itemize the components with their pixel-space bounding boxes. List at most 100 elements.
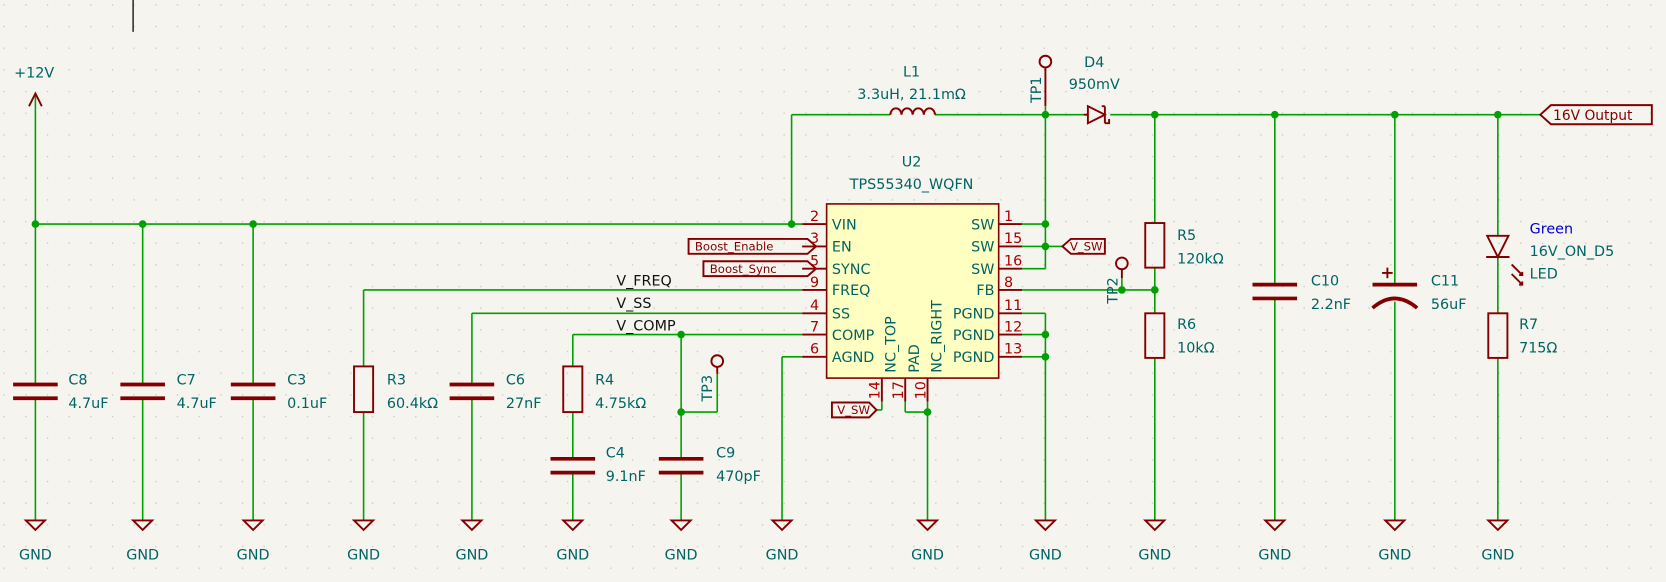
net-label-v-freq: V_FREQ [616,274,672,290]
u2-pin-name: SS [832,307,850,323]
junction-dot [1041,110,1050,119]
ground-label: GND [1481,548,1514,564]
c3-value: 0.1uF [287,396,327,412]
label-v-sw-right: V_SW [1070,240,1103,254]
ground-label: GND [1029,548,1062,564]
u2-pin-number: 10 [913,381,929,399]
c3-ref: C3 [287,372,306,388]
c10-ref: C10 [1311,274,1339,290]
ground-label: GND [1258,548,1291,564]
u2-pin-name: PGND [953,328,995,344]
u2-pin-number: 1 [1004,209,1013,225]
junction-dot [1390,110,1399,119]
junction-dot [138,220,147,228]
junction-dot [1150,110,1159,119]
ground-label: GND [766,548,799,564]
u2-pin-number: 13 [1004,342,1022,358]
junction-dot [1041,242,1050,251]
junction-dot [1494,110,1502,119]
power-label-12v: +12V [14,66,54,82]
u2-pin-name: EN [832,240,852,256]
u2-pin-number: 7 [810,319,819,335]
u2-pin-number: 17 [891,381,907,399]
u2-pin-number: 11 [1004,298,1022,314]
d5-color: Green [1530,222,1573,238]
u2-pin-name: NC_RIGHT [929,300,945,373]
c10-value: 2.2nF [1311,297,1351,313]
u2-pin-number: 8 [1004,275,1013,291]
junction-dot [1270,110,1279,119]
tp3-ref: TP3 [700,375,716,403]
d4-value: 950mV [1069,77,1120,93]
c11-value: 56uF [1431,297,1467,313]
ground-label: GND [1378,548,1411,564]
u2-pin-name: SW [971,262,994,278]
c4-value: 9.1nF [606,469,646,485]
u2-pin-number: 2 [810,209,819,225]
label-16v-output: 16V Output [1553,108,1633,124]
ground-label: GND [556,548,589,564]
u2-pin-name: NC_TOP [884,316,900,373]
u2-ref: U2 [902,155,922,171]
r6-ref: R6 [1177,317,1196,333]
tp2-ref: TP2 [1106,277,1122,305]
c8-value: 4.7uF [68,396,108,412]
r5-ref: R5 [1177,228,1196,244]
r3-ref: R3 [387,372,406,388]
u2-pin-name: SYNC [832,262,871,278]
tp1-ref: TP1 [1029,77,1045,105]
junction-dot [1150,286,1159,294]
junction-dot [787,220,796,228]
ground-label: GND [347,548,380,564]
u2-pin-name: PGND [953,350,995,366]
u2-pin-name: COMP [832,328,875,344]
c4-ref: C4 [606,446,625,462]
ground-label: GND [911,548,944,564]
u2-pin-name: PGND [953,307,995,323]
schematic-canvas: GND GND GND GND GND GND GND GND GND GND GND GND GND G… [0,0,1666,582]
junction-dot [31,220,40,228]
u2-pin-name: FREQ [832,283,871,299]
c9-ref: C9 [716,446,735,462]
ground-label: GND [237,548,270,564]
u2-pin-number: 6 [810,342,819,358]
u2-pin-name: SW [971,240,994,256]
junction-dot [1041,220,1050,228]
u2-pin-number: 12 [1004,319,1022,335]
r4-ref: R4 [595,372,614,388]
c6-value: 27nF [506,396,542,412]
u2-pin-number: 9 [810,275,819,291]
label-boost-sync: Boost_Sync [710,262,777,276]
net-label-v-ss: V_SS [616,296,651,312]
u2-pin-name: VIN [832,217,857,233]
ground-label: GND [665,548,698,564]
c11-ref: C11 [1431,274,1459,290]
net-label-v-comp: V_COMP [616,318,676,334]
ground-label: GND [126,548,159,564]
l1-ref: L1 [903,64,920,80]
u2-pin-number: 16 [1004,254,1022,270]
r6-value: 10kΩ [1177,341,1215,357]
c9-value: 470pF [716,469,761,485]
ground-label: GND [19,548,52,564]
label-v-sw-bottom: V_SW [837,403,870,417]
u2-pin-number: 4 [810,298,819,314]
r7-ref: R7 [1519,317,1538,333]
u2-pin-name: FB [976,283,994,299]
c8-ref: C8 [68,372,87,388]
l1-value: 3.3uH, 21.1mΩ [857,87,966,103]
c6-ref: C6 [506,372,525,388]
d5-ref: 16V_ON_D5 [1530,244,1615,260]
u2-pin-number: 14 [868,381,884,399]
junction-dot [677,330,685,339]
c7-value: 4.7uF [177,396,217,412]
label-boost-enable: Boost_Enable [695,240,774,254]
u2-pin-name: SW [971,217,994,233]
junction-dot [677,408,685,416]
r3-value: 60.4kΩ [387,396,438,412]
junction-dot [1041,330,1050,339]
d4-ref: D4 [1084,55,1104,71]
ground-label: GND [1138,548,1171,564]
junction-dot [923,408,932,416]
u2-pin-number: 15 [1004,231,1022,247]
